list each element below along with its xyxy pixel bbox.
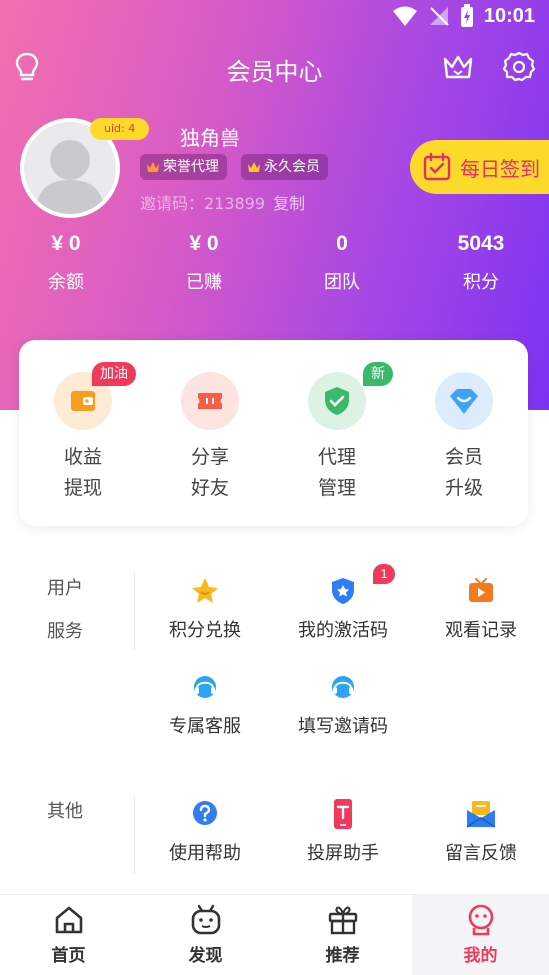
- grid-label: 填写邀请码: [298, 716, 388, 737]
- stat-team[interactable]: 0 团队: [297, 228, 387, 294]
- stat-balance[interactable]: ¥ 0 余额: [21, 228, 111, 294]
- grid-label: 积分兑换: [169, 620, 241, 641]
- home-icon: [55, 906, 82, 934]
- tab-home[interactable]: 首页: [0, 895, 137, 975]
- honor-agent-tag: 荣誉代理: [140, 154, 227, 180]
- grid-label: 观看记录: [445, 620, 517, 641]
- robot-icon: [191, 904, 220, 935]
- card-label-line2: 管理: [317, 477, 356, 499]
- card-item-share[interactable]: 分享 好友: [160, 372, 260, 504]
- grid-item-feedback[interactable]: 留言反馈: [411, 797, 549, 865]
- invite-code-row: 邀请码：213899 复制: [140, 190, 305, 214]
- stat-label: 团队: [324, 272, 360, 293]
- quick-actions-card: 收益 提现 加油 分享 好友 代理 管理 新 会员 升级: [19, 340, 528, 526]
- grid-item-customer-service[interactable]: 专属客服: [135, 670, 275, 738]
- stat-earned[interactable]: ¥ 0 已赚: [159, 228, 249, 294]
- stat-value: 5043: [457, 232, 505, 255]
- battery-charging-icon: [460, 4, 473, 27]
- checkin-label: 每日签到: [460, 156, 540, 181]
- headset-icon: [194, 676, 216, 698]
- card-label-line1: 代理: [317, 446, 356, 468]
- crown-small-icon: [248, 162, 260, 172]
- activation-count-badge: 1: [373, 564, 395, 584]
- wallet-icon: [71, 391, 95, 411]
- invite-code: 邀请码：213899: [140, 194, 266, 213]
- daily-checkin-button[interactable]: 每日签到: [410, 140, 549, 194]
- stat-value: 0: [336, 232, 348, 255]
- stat-label: 已赚: [186, 272, 222, 293]
- star-icon: [192, 578, 218, 603]
- card-label-line1: 会员: [444, 446, 483, 468]
- card-label-line1: 分享: [190, 446, 229, 468]
- lifetime-member-tag: 永久会员: [241, 154, 328, 180]
- no-signal-icon: [429, 7, 449, 26]
- new-badge: 新: [363, 362, 393, 386]
- section-title-user-services: 用户 服务: [47, 567, 97, 653]
- uid-badge: uid: 4: [90, 118, 150, 140]
- tag-label: 永久会员: [264, 159, 320, 175]
- mail-icon: [466, 801, 496, 828]
- gift-icon: [328, 906, 357, 935]
- stat-label: 余额: [48, 272, 84, 293]
- cheer-badge: 加油: [92, 362, 136, 386]
- card-item-upgrade[interactable]: 会员 升级: [414, 372, 514, 504]
- grid-item-help[interactable]: 使用帮助: [135, 797, 275, 865]
- shield-check-icon: [325, 387, 349, 415]
- profile-face-icon: [468, 904, 493, 936]
- crown-icon[interactable]: [441, 50, 475, 84]
- card-label-line2: 提现: [63, 477, 102, 499]
- card-item-agent[interactable]: 代理 管理: [287, 372, 387, 504]
- grid-item-my-activation-code[interactable]: 我的激活码 1: [273, 564, 413, 642]
- stat-value: ¥ 0: [189, 232, 219, 255]
- grid-label: 专属客服: [169, 716, 241, 737]
- copy-invite-button[interactable]: 复制: [273, 190, 305, 214]
- stat-points[interactable]: 5043 积分: [436, 228, 526, 294]
- tab-recommend[interactable]: 推荐: [274, 895, 411, 975]
- headset-icon: [332, 676, 354, 698]
- gear-icon[interactable]: [502, 50, 536, 84]
- card-label-line1: 收益: [63, 446, 102, 468]
- tab-label: 推荐: [325, 946, 360, 966]
- grid-label: 留言反馈: [445, 843, 517, 864]
- grid-label: 我的激活码: [298, 620, 388, 641]
- cast-phone-icon: [334, 799, 352, 829]
- section-title-other: 其他: [47, 801, 83, 822]
- tag-label: 荣誉代理: [163, 159, 219, 175]
- tab-label: 我的: [463, 946, 498, 966]
- calendar-check-icon: [423, 152, 451, 181]
- tab-mine[interactable]: 我的: [412, 895, 549, 975]
- crown-small-icon: [147, 162, 159, 172]
- stat-value: ¥ 0: [51, 232, 81, 255]
- diamond-icon: [450, 389, 478, 414]
- tab-label: 首页: [51, 946, 86, 966]
- grid-item-watch-history[interactable]: 观看记录: [411, 574, 549, 642]
- card-item-withdraw[interactable]: 收益 提现: [33, 372, 133, 504]
- question-icon: [193, 801, 217, 825]
- status-time: 10:01: [483, 4, 535, 27]
- grid-item-cast-assistant[interactable]: 投屏助手: [273, 797, 413, 865]
- username: 独角兽: [180, 126, 240, 150]
- stat-label: 积分: [463, 272, 499, 293]
- ticket-icon: [198, 393, 222, 409]
- tab-label: 发现: [188, 946, 223, 966]
- grid-label: 投屏助手: [307, 843, 379, 864]
- shield-star-icon: [332, 578, 354, 604]
- section-title-line1: 用户: [47, 578, 83, 599]
- section-title-line2: 服务: [47, 621, 83, 642]
- status-bar: 10:01: [0, 0, 549, 34]
- grid-label: 使用帮助: [169, 843, 241, 864]
- card-label-line2: 好友: [190, 477, 229, 499]
- grid-item-enter-invite-code[interactable]: 填写邀请码: [273, 670, 413, 738]
- card-label-line2: 升级: [444, 477, 483, 499]
- tv-play-icon: [469, 578, 493, 602]
- wifi-icon: [392, 6, 417, 26]
- tab-discover[interactable]: 发现: [137, 895, 274, 975]
- bottom-tab-bar: 首页 发现 推荐 我的: [0, 894, 549, 975]
- grid-item-points-exchange[interactable]: 积分兑换: [135, 574, 275, 642]
